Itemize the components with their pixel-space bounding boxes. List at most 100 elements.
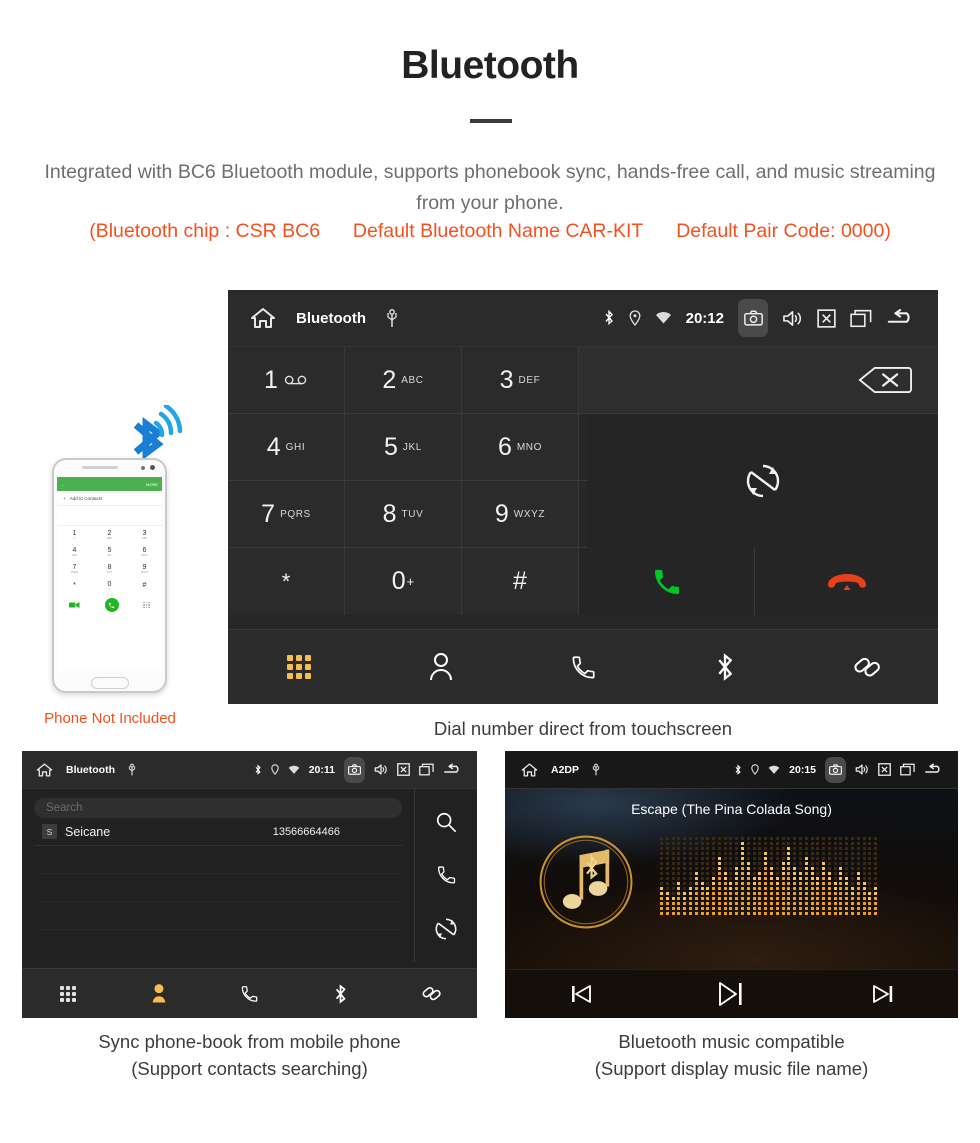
eq-dot (781, 887, 785, 890)
call-button[interactable] (579, 548, 755, 615)
eq-dot (868, 847, 872, 850)
camera-icon[interactable] (344, 756, 365, 783)
eq-dot (816, 842, 820, 845)
eq-dot (827, 897, 831, 900)
eq-dot (822, 882, 826, 885)
caption-line-2: (Support display music file name) (594, 1058, 869, 1079)
eq-dot (827, 862, 831, 865)
phone-key-digit: 8 (107, 563, 112, 571)
key-7[interactable]: 7 PQRS (228, 481, 345, 547)
volume-icon[interactable] (782, 309, 803, 328)
search-input[interactable]: Search (34, 798, 402, 818)
eq-dot (741, 877, 745, 880)
list-item (42, 874, 402, 902)
key-9[interactable]: 9 WXYZ (462, 481, 579, 547)
eq-dot (712, 857, 716, 860)
key-5[interactable]: 5 JKL (345, 414, 462, 480)
eq-dot (746, 907, 750, 910)
nav-contacts[interactable] (113, 983, 204, 1004)
key-2[interactable]: 2 ABC (345, 347, 462, 413)
back-icon[interactable] (443, 763, 464, 776)
eq-dot (798, 882, 802, 885)
eq-dot (798, 897, 802, 900)
nav-call-log[interactable] (204, 984, 295, 1004)
eq-dot (665, 877, 669, 880)
play-pause-button[interactable] (656, 980, 807, 1008)
volume-icon[interactable] (374, 763, 388, 776)
nav-link[interactable] (796, 652, 938, 682)
key-6[interactable]: 6 MNO (462, 414, 579, 480)
nav-contacts[interactable] (370, 652, 512, 682)
next-button[interactable] (807, 982, 958, 1006)
eq-dot (683, 867, 687, 870)
key-8[interactable]: 8 TUV (345, 481, 462, 547)
key-1[interactable]: 1 (228, 347, 345, 413)
nav-bluetooth[interactable] (654, 651, 796, 683)
camera-icon[interactable] (825, 756, 846, 783)
eq-dot (688, 892, 692, 895)
key-4[interactable]: 4 GHI (228, 414, 345, 480)
nav-dialpad[interactable] (22, 985, 113, 1002)
nav-bluetooth[interactable] (295, 983, 386, 1005)
eq-dot (660, 842, 663, 845)
home-icon[interactable] (521, 762, 538, 778)
close-box-icon[interactable] (817, 308, 836, 328)
table-row[interactable]: S Seicane 13566664466 (34, 818, 402, 846)
eq-dot (694, 857, 698, 860)
eq-dot (752, 877, 756, 880)
eq-dot (851, 862, 855, 865)
eq-dot (729, 907, 733, 910)
eq-dot (752, 887, 756, 890)
eq-dot (758, 902, 762, 905)
back-icon[interactable] (886, 308, 918, 328)
eq-dot (833, 872, 837, 875)
person-icon (152, 984, 165, 1003)
eq-dot (660, 847, 663, 850)
dialer-caption: Dial number direct from touchscreen (433, 718, 733, 739)
camera-icon[interactable] (738, 299, 768, 337)
nav-dialpad[interactable] (228, 655, 370, 679)
eq-dot (804, 857, 808, 860)
eq-dot (798, 892, 802, 895)
eq-dot (741, 837, 745, 840)
eq-dot (706, 892, 710, 895)
key-digit: * (281, 568, 291, 594)
key-star[interactable]: * (228, 548, 345, 615)
phone-icon[interactable] (436, 864, 457, 886)
sync-button[interactable] (587, 414, 938, 548)
volume-icon[interactable] (855, 763, 869, 776)
eq-dot (874, 912, 878, 915)
eq-dot (683, 882, 687, 885)
home-icon[interactable] (250, 306, 276, 330)
windows-icon[interactable] (900, 763, 915, 776)
close-box-icon[interactable] (397, 763, 410, 776)
number-display-field[interactable] (579, 347, 938, 413)
windows-icon[interactable] (419, 763, 434, 776)
search-icon[interactable] (435, 811, 457, 833)
eq-dot (688, 852, 692, 855)
backspace-icon[interactable] (858, 366, 912, 394)
eq-dot (856, 882, 860, 885)
sync-icon[interactable] (435, 918, 457, 940)
eq-dot (874, 857, 878, 860)
eq-dot (833, 852, 837, 855)
key-hash[interactable]: # (462, 548, 579, 615)
eq-dot (712, 907, 716, 910)
windows-icon[interactable] (850, 309, 872, 328)
hangup-button[interactable] (755, 548, 938, 615)
close-box-icon[interactable] (878, 763, 891, 776)
previous-button[interactable] (505, 982, 656, 1006)
key-3[interactable]: 3 DEF (462, 347, 579, 413)
key-letters: GHI (285, 441, 306, 453)
eq-dot (851, 872, 855, 875)
nav-call-log[interactable] (512, 653, 654, 682)
key-0[interactable]: 0 + (345, 548, 462, 615)
eq-dot (723, 852, 727, 855)
eq-dot (833, 847, 837, 850)
phone-key-digit: 2 (107, 529, 112, 537)
home-icon[interactable] (36, 762, 53, 778)
back-icon[interactable] (924, 763, 945, 776)
dialpad-icon (287, 655, 311, 679)
music-statusbar: A2DP 20:15 (505, 751, 958, 789)
nav-link[interactable] (386, 983, 477, 1004)
